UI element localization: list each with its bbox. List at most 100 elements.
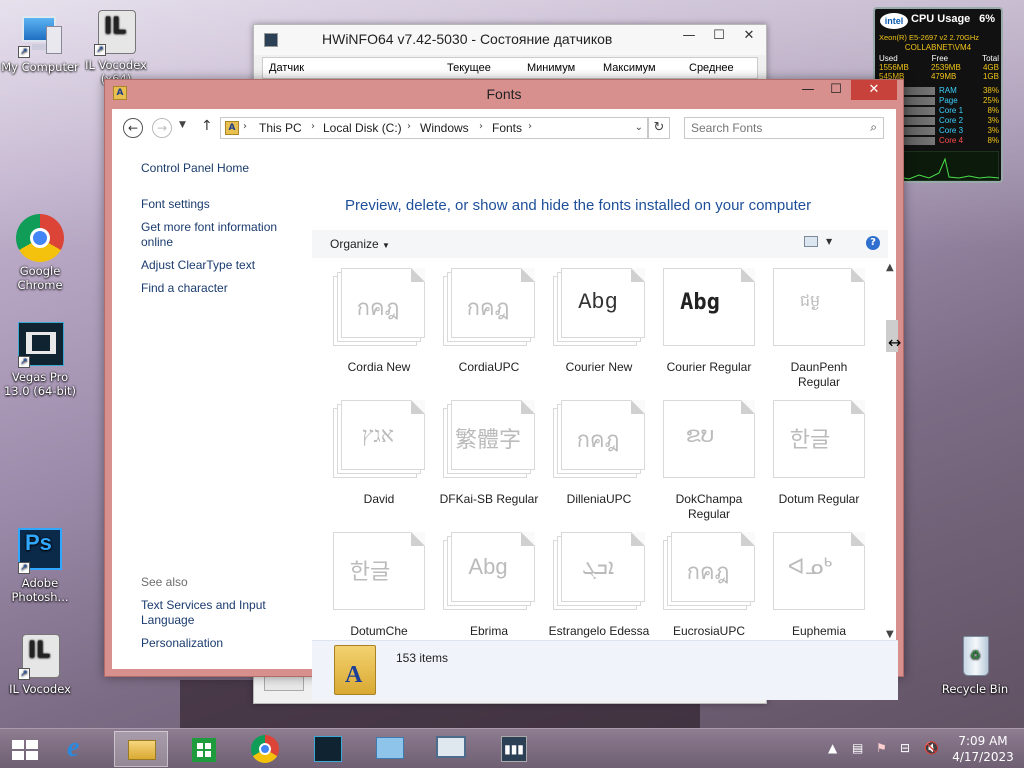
taskbar-remote-desktop[interactable] <box>424 731 478 767</box>
maximize-button[interactable]: ☐ <box>823 80 849 100</box>
taskbar-store[interactable] <box>176 731 230 767</box>
font-sample: ܐܒܓ <box>581 554 615 579</box>
search-input[interactable] <box>691 120 861 136</box>
minimize-button[interactable]: — <box>795 80 821 100</box>
desktop-icon-vegas-pro[interactable]: ↗ Vegas Pro 13.0 (64-bit) <box>0 320 80 398</box>
font-sample: กคฎ <box>576 427 620 452</box>
font-tile[interactable]: 한글 Dotum Regular <box>764 398 874 530</box>
taskbar-file-explorer[interactable] <box>114 731 168 767</box>
network-icon[interactable]: ⊟ <box>900 741 910 755</box>
breadcrumb-separator-icon[interactable]: › <box>528 121 532 132</box>
breadcrumb-windows[interactable]: Windows <box>420 121 469 135</box>
find-character-link[interactable]: Find a character <box>141 281 301 296</box>
view-options-chevron-icon[interactable]: ▼ <box>826 237 832 246</box>
change-view-icon[interactable] <box>804 236 818 247</box>
font-tile[interactable]: กคฎ EucrosiaUPC <box>654 530 764 638</box>
control-panel-home-link[interactable]: Control Panel Home <box>141 161 301 176</box>
clock[interactable]: 7:09 AM 4/17/2023 <box>950 733 1016 765</box>
forward-arrow-icon[interactable]: → <box>152 118 172 138</box>
scroll-down-arrow-icon[interactable]: ▼ <box>886 629 894 640</box>
volume-muted-icon[interactable]: 🔇 <box>924 741 939 755</box>
desktop-icon-google-chrome[interactable]: Google Chrome <box>0 214 80 292</box>
help-icon[interactable]: ? <box>866 236 880 250</box>
desktop-icon-il-vocodex-x64[interactable]: IL ↗ IL Vocodex (x64) <box>76 8 156 86</box>
text-services-link[interactable]: Text Services and Input Language <box>141 598 301 628</box>
il-vocodex-icon: IL ↗ <box>16 632 64 680</box>
taskbar-chrome[interactable] <box>238 731 292 767</box>
font-tile[interactable]: 한글 DotumChe <box>324 530 434 638</box>
hwinfo-titlebar[interactable]: HWiNFO64 v7.42-5030 - Состояние датчиков… <box>254 25 766 55</box>
address-dropdown-chevron-icon[interactable]: ⌄ <box>635 122 643 133</box>
font-tile[interactable]: กคฎ DilleniaUPC <box>544 398 654 530</box>
gadget-cpu-model: Xeon(R) E5-2697 v2 2.70GHz <box>879 33 980 42</box>
hwinfo-title: HWiNFO64 v7.42-5030 - Состояние датчиков <box>322 31 613 47</box>
control-panel-icon <box>376 737 404 759</box>
folder-fonts-large-icon: A <box>334 645 376 695</box>
hwinfo-col-max[interactable]: Максимум <box>603 62 656 74</box>
font-settings-link[interactable]: Font settings <box>141 197 301 212</box>
font-tile[interactable]: ᐊᓄᒃ Euphemia <box>764 530 874 638</box>
font-tile[interactable]: ܐܒܓ Estrangelo Edessa <box>544 530 654 638</box>
font-tile[interactable]: ຂບ DokChampa Regular <box>654 398 764 530</box>
taskbar-vegas[interactable] <box>300 731 354 767</box>
tray-device-icon[interactable]: ▤ <box>852 741 863 755</box>
gadget-title: CPU Usage <box>911 13 971 25</box>
taskbar-internet-explorer[interactable]: e <box>56 731 110 767</box>
breadcrumb-local-disk[interactable]: Local Disk (C:) <box>323 121 402 135</box>
breadcrumb-separator-icon[interactable]: › <box>479 121 483 132</box>
font-sample: Abg <box>578 290 618 315</box>
show-hidden-icons-icon[interactable]: ▲ <box>828 741 837 755</box>
scroll-up-arrow-icon[interactable]: ▲ <box>886 262 894 273</box>
taskbar-hwinfo[interactable]: ▮▮▮ <box>486 731 540 767</box>
breadcrumb-this-pc[interactable]: This PC <box>259 121 302 135</box>
stat-label: Core 1 <box>939 106 964 115</box>
address-bar[interactable]: A › This PC › Local Disk (C:) › Windows … <box>220 117 648 139</box>
il-vocodex-icon: IL ↗ <box>92 8 140 56</box>
font-tile[interactable]: Abg Courier New <box>544 266 654 398</box>
font-tile[interactable]: กคฎ Cordia New <box>324 266 434 398</box>
mem-header: Total <box>982 54 999 63</box>
back-arrow-icon[interactable]: ← <box>123 118 143 138</box>
get-more-font-info-link[interactable]: Get more font information online <box>141 220 301 250</box>
font-tile[interactable]: Abg Ebrima <box>434 530 544 638</box>
organize-button[interactable]: Organize ▼ <box>330 237 390 251</box>
desktop-icon-label: Adobe Photosh... <box>11 576 69 604</box>
vertical-scrollbar[interactable]: ▲ ▼ <box>883 262 899 640</box>
windows-logo-icon <box>12 740 38 760</box>
hwinfo-col-avg[interactable]: Среднее <box>689 62 734 74</box>
desktop-icon-label: IL Vocodex <box>9 682 71 696</box>
hwinfo-col-sensor[interactable]: Датчик <box>269 62 304 74</box>
font-tile[interactable]: אגץ David <box>324 398 434 530</box>
personalization-link[interactable]: Personalization <box>141 636 301 651</box>
breadcrumb-fonts[interactable]: Fonts <box>492 121 522 135</box>
breadcrumb-separator-icon[interactable]: › <box>243 121 247 132</box>
desktop-icon-my-computer[interactable]: ↗ My Computer <box>0 10 80 74</box>
taskbar-control-panel[interactable] <box>362 731 416 767</box>
desktop-icon-recycle-bin[interactable]: ♻ Recycle Bin <box>935 632 1015 696</box>
fonts-titlebar[interactable]: A Fonts — ☐ ✕ <box>105 80 903 108</box>
desktop-icon-adobe-photoshop[interactable]: Ps ↗ Adobe Photosh... <box>0 526 80 604</box>
hwinfo-maximize-button[interactable]: ☐ <box>704 25 734 47</box>
fonts-window[interactable]: A Fonts — ☐ ✕ ← → ▼ ↑ A › This PC › Loca… <box>104 79 904 700</box>
breadcrumb-separator-icon[interactable]: › <box>407 121 411 132</box>
refresh-icon[interactable]: ↻ <box>648 117 670 139</box>
search-icon[interactable]: ⌕ <box>870 120 877 135</box>
font-tile[interactable]: 繁體字 DFKai-SB Regular <box>434 398 544 530</box>
recent-locations-chevron-icon[interactable]: ▼ <box>179 120 186 130</box>
search-box[interactable]: ⌕ <box>684 117 884 139</box>
adjust-cleartype-link[interactable]: Adjust ClearType text <box>141 258 301 273</box>
font-name: Courier New <box>565 360 633 374</box>
font-tile[interactable]: กคฎ CordiaUPC <box>434 266 544 398</box>
desktop-icon-il-vocodex[interactable]: IL ↗ IL Vocodex <box>0 632 80 696</box>
font-tile[interactable]: ជម្ង DaunPenh Regular <box>764 266 874 398</box>
hwinfo-col-min[interactable]: Минимум <box>527 62 575 74</box>
font-tile[interactable]: Abg Courier Regular <box>654 266 764 398</box>
close-button[interactable]: ✕ <box>851 80 897 100</box>
action-center-flag-icon[interactable]: ⚑ <box>876 741 887 755</box>
start-button[interactable] <box>0 731 50 767</box>
hwinfo-minimize-button[interactable]: — <box>674 25 704 47</box>
up-arrow-icon[interactable]: ↑ <box>201 118 213 134</box>
hwinfo-col-current[interactable]: Текущее <box>447 62 491 74</box>
hwinfo-close-button[interactable]: ✕ <box>734 25 764 47</box>
breadcrumb-separator-icon[interactable]: › <box>311 121 315 132</box>
